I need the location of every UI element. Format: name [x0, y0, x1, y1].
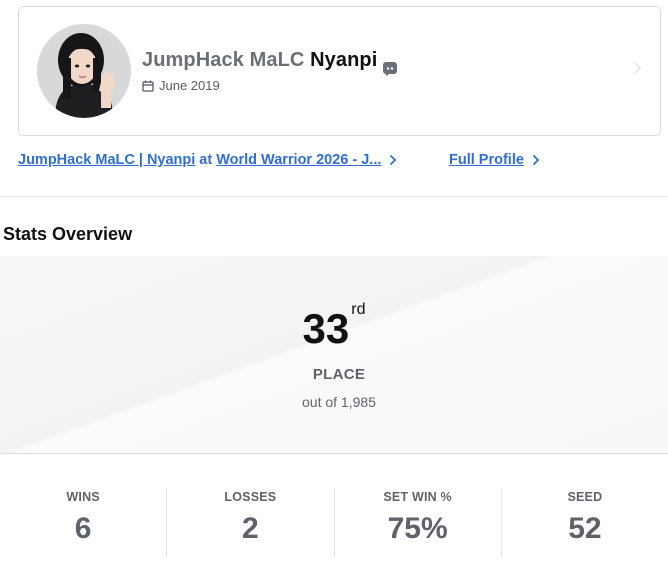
- chevron-right-icon[interactable]: [389, 154, 397, 166]
- stats-overview: 33rd PLACE out of 1,985 WINS 6 LOSSES 2 …: [0, 256, 668, 585]
- stat-value: 2: [242, 512, 259, 545]
- player-name: Nyanpi: [310, 49, 378, 71]
- stat-label: SET WIN %: [383, 490, 452, 504]
- event-name-link[interactable]: World Warrior 2026 - J...: [216, 152, 381, 168]
- placement-total: out of 1,985: [302, 394, 376, 410]
- chevron-right-icon: [633, 61, 642, 75]
- stat-losses: LOSSES 2: [166, 488, 333, 558]
- placement-panel: 33rd PLACE out of 1,985: [0, 256, 668, 454]
- stat-label: SEED: [567, 490, 603, 504]
- join-date-text: June 2019: [159, 78, 220, 93]
- chevron-right-icon[interactable]: [532, 154, 540, 166]
- discord-icon[interactable]: [383, 62, 397, 76]
- player-card: JumpHack MaLC Nyanpi June 2019 JumpHack …: [0, 0, 668, 197]
- profile-box[interactable]: JumpHack MaLC Nyanpi June 2019: [18, 6, 661, 136]
- placement-number: 33: [302, 305, 350, 352]
- placement-label: PLACE: [312, 366, 366, 383]
- stat-grid: WINS 6 LOSSES 2 SET WIN % 75% SEED 52: [0, 488, 668, 558]
- stat-wins: WINS 6: [0, 488, 166, 558]
- placement-suffix: rd: [351, 301, 366, 318]
- stat-value: 75%: [387, 512, 448, 545]
- stat-set-win-percent: SET WIN % 75%: [333, 488, 501, 558]
- team-prefix: JumpHack MaLC: [142, 49, 305, 71]
- gamer-tag: JumpHack MaLC Nyanpi: [142, 49, 377, 72]
- join-date: June 2019: [142, 78, 220, 93]
- section-title: Stats Overview: [3, 224, 133, 244]
- stat-label: LOSSES: [224, 490, 277, 504]
- stat-value: 52: [568, 512, 602, 545]
- placement: 33rd: [0, 302, 668, 352]
- stat-seed: SEED 52: [500, 488, 668, 558]
- stat-value: 6: [74, 512, 92, 545]
- event-at-text: at: [199, 152, 213, 168]
- avatar: [37, 24, 131, 118]
- stat-label: WINS: [66, 490, 100, 504]
- full-profile-link[interactable]: Full Profile: [449, 152, 524, 168]
- event-team-link[interactable]: JumpHack MaLC | Nyanpi: [18, 152, 195, 168]
- event-link-row: JumpHack MaLC | Nyanpi at World Warrior …: [18, 152, 397, 168]
- full-profile-link-row[interactable]: Full Profile: [449, 152, 540, 168]
- calendar-icon: [142, 80, 154, 92]
